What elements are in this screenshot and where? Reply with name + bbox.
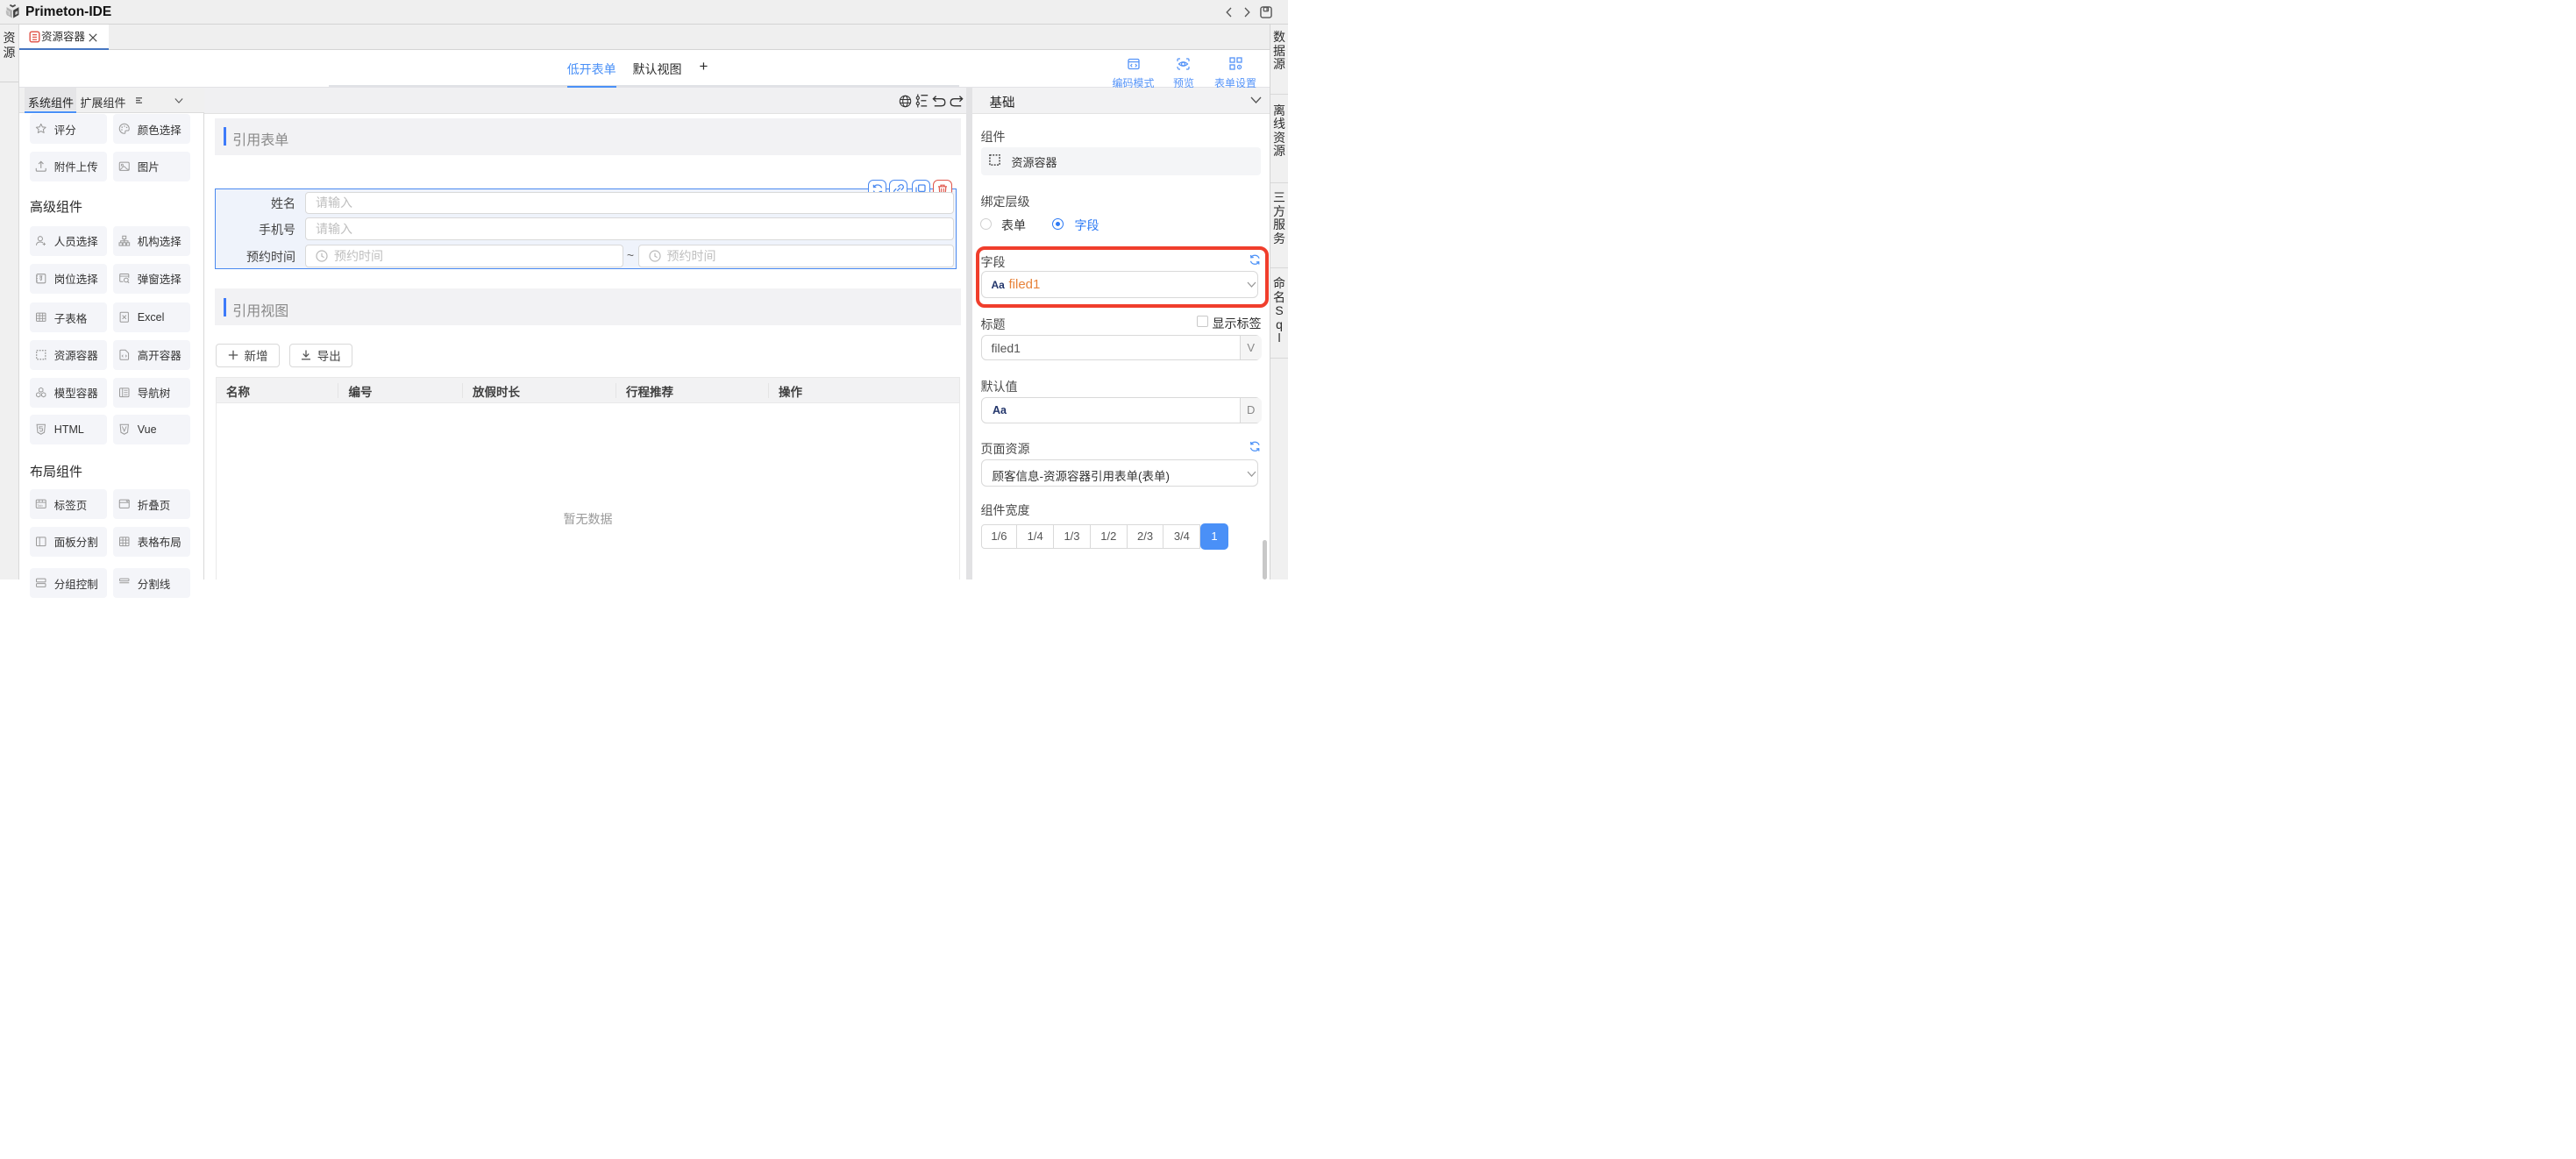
svg-text:Tab: Tab [38,503,43,508]
